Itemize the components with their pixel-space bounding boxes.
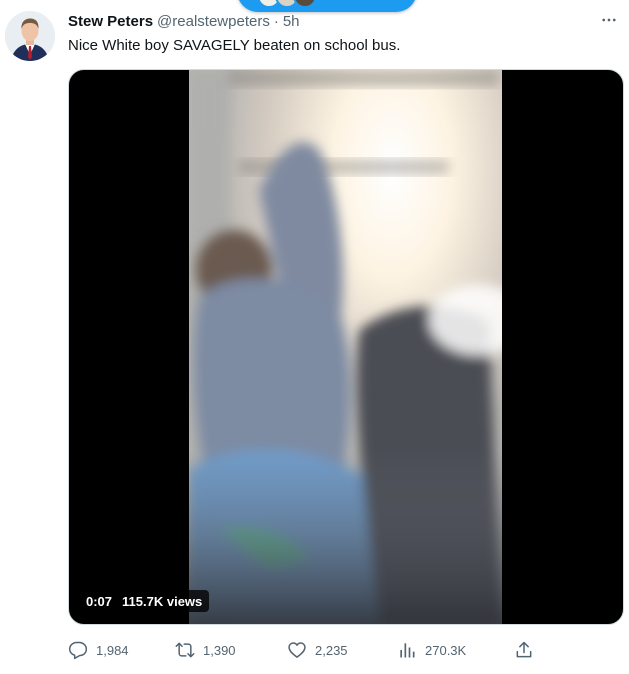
video-views: 115.7K views — [122, 593, 203, 609]
views-button[interactable]: 270.3K — [397, 636, 466, 664]
video-player[interactable]: 0:07 115.7K views — [68, 69, 624, 625]
repost-button[interactable]: 1,390 — [175, 636, 236, 664]
header-separator: · — [273, 12, 279, 30]
share-button[interactable] — [514, 636, 534, 664]
author-name[interactable]: Stew Peters — [68, 13, 153, 30]
avatar[interactable] — [5, 11, 55, 61]
like-button[interactable]: 2,235 — [287, 636, 348, 664]
more-button[interactable] — [597, 8, 621, 32]
share-icon — [516, 641, 532, 658]
like-count: 2,235 — [315, 642, 348, 658]
views-count: 270.3K — [425, 642, 467, 658]
reply-icon — [68, 641, 88, 660]
author-handle[interactable]: @realstewpeters — [157, 13, 270, 30]
timestamp[interactable]: 5h — [283, 13, 300, 30]
analytics-icon — [400, 643, 415, 658]
tweet-card: Stew Peters @realstewpeters · 5h Nice Wh… — [0, 0, 629, 674]
more-horizontal-icon — [602, 18, 616, 22]
tweet-header: Stew Peters @realstewpeters · 5h — [68, 10, 589, 32]
video-frame[interactable] — [189, 70, 502, 624]
tweet-text: Nice White boy SAVAGELY beaten on school… — [68, 37, 401, 54]
video-duration: 0:07 — [86, 593, 113, 609]
heart-icon — [288, 642, 306, 658]
action-bar: 1,984 1,390 2,235 270.3K — [68, 636, 538, 664]
reply-button[interactable]: 1,984 — [68, 636, 129, 664]
pill-avatars — [257, 0, 317, 8]
repost-icon — [175, 642, 195, 658]
repost-count: 1,390 — [203, 642, 236, 658]
video-badge: 0:07 115.7K views — [79, 590, 210, 612]
video-thumbnail — [189, 70, 502, 624]
pill-avatar — [293, 0, 317, 8]
reply-count: 1,984 — [96, 642, 129, 658]
avatar-image — [5, 11, 55, 61]
